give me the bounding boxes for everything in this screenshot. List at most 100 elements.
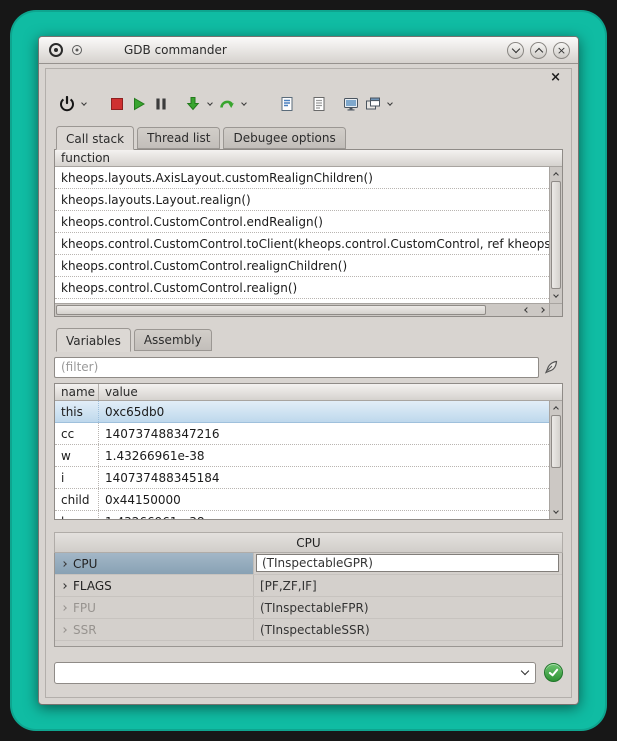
callstack-row[interactable]: kheops.control.CustomControl.endRealign(… <box>55 211 549 233</box>
tab-thread-list[interactable]: Thread list <box>137 127 220 149</box>
desktop-background: GDB commander × × <box>0 0 617 741</box>
scrollbar-corner <box>549 304 562 316</box>
mid-tab-bar: Variables Assembly <box>54 328 563 351</box>
gdb-command-combobox[interactable] <box>54 662 536 684</box>
scroll-up-button[interactable] <box>550 167 562 180</box>
chevron-right-icon <box>539 307 545 313</box>
memory-button[interactable] <box>276 92 298 116</box>
variable-name: cc <box>55 423 99 444</box>
scroll-track[interactable] <box>550 414 562 506</box>
variable-row[interactable]: this 0xc65db0 <box>55 401 549 423</box>
scroll-up-button[interactable] <box>550 401 562 414</box>
call-stack-column-header[interactable]: function <box>55 150 562 167</box>
views-dropdown[interactable] <box>384 92 396 116</box>
target-screen-button[interactable] <box>340 92 362 116</box>
callstack-row[interactable]: kheops.layouts.Layout.realign() <box>55 189 549 211</box>
cpu-value-editor[interactable]: (TInspectableGPR) <box>256 554 559 572</box>
variables-header-value[interactable]: value <box>99 384 562 400</box>
stop-button[interactable] <box>106 92 128 116</box>
dock-header: × <box>54 71 563 85</box>
app-icon <box>47 42 64 59</box>
variable-row[interactable]: b 1.43266961e-38 <box>55 511 549 519</box>
variable-name: this <box>55 401 99 422</box>
chevron-down-icon <box>241 100 247 106</box>
cpu-section-title: CPU <box>54 532 563 553</box>
step-over-icon <box>219 96 235 112</box>
variable-row[interactable]: child 0x44150000 <box>55 489 549 511</box>
variable-row[interactable]: w 1.43266961e-38 <box>55 445 549 467</box>
tab-variables[interactable]: Variables <box>56 328 131 352</box>
callstack-row[interactable]: kheops.control.CustomControl.toClient(kh… <box>55 233 549 255</box>
send-command-button[interactable] <box>544 663 563 682</box>
callstack-row[interactable]: kheops.control.CustomControl.realign() <box>55 277 549 299</box>
shade-button[interactable] <box>507 42 524 59</box>
top-tab-bar: Call stack Thread list Debugee options <box>54 126 563 149</box>
combobox-dropdown-button[interactable] <box>515 663 535 683</box>
window-menu-icon[interactable] <box>70 43 84 57</box>
expander-chevron-icon[interactable] <box>55 628 72 632</box>
register-group-value: [PF,ZF,IF] <box>253 575 562 596</box>
scroll-right-button[interactable] <box>534 304 549 316</box>
cpu-row-name-cell[interactable]: SSR <box>55 619 253 640</box>
cpu-row-name-cell[interactable]: FPU <box>55 597 253 618</box>
expander-chevron-icon[interactable] <box>55 584 72 588</box>
filter-input[interactable] <box>54 357 539 378</box>
expander-chevron-icon[interactable] <box>55 606 72 610</box>
windows-icon <box>365 96 381 112</box>
power-dropdown[interactable] <box>78 92 90 116</box>
callstack-row[interactable]: kheops.control.CustomControl.realignChil… <box>55 255 549 277</box>
column-label-function: function <box>55 150 110 166</box>
output-list-button[interactable] <box>308 92 330 116</box>
pause-button[interactable] <box>150 92 172 116</box>
expander-chevron-icon[interactable] <box>55 562 72 566</box>
cpu-inspector: CPU (TInspectableGPR) FLAGS [PF,ZF,IF] <box>54 553 563 647</box>
scroll-thumb[interactable] <box>56 305 486 315</box>
variables-vscrollbar[interactable] <box>549 401 562 519</box>
callstack-row[interactable]: kheops.layouts.AxisLayout.customRealignC… <box>55 167 549 189</box>
power-button[interactable] <box>56 92 78 116</box>
variable-row[interactable]: i 140737488345184 <box>55 467 549 489</box>
scroll-track[interactable] <box>550 180 562 290</box>
step-over-dropdown[interactable] <box>238 92 250 116</box>
variables-list: this 0xc65db0 cc 140737488347216 w 1.432… <box>55 401 549 519</box>
titlebar[interactable]: GDB commander × <box>39 37 578 64</box>
cpu-row[interactable]: CPU (TInspectableGPR) <box>55 553 562 575</box>
cpu-row-name-cell[interactable]: CPU <box>55 553 253 574</box>
maximize-button[interactable] <box>530 42 547 59</box>
call-stack-list: kheops.layouts.AxisLayout.customRealignC… <box>55 167 549 303</box>
step-into-button[interactable] <box>182 92 204 116</box>
views-button[interactable] <box>362 92 384 116</box>
callstack-hscrollbar[interactable] <box>55 304 549 316</box>
cpu-row[interactable]: SSR (TInspectableSSR) <box>55 619 562 641</box>
close-button[interactable]: × <box>553 42 570 59</box>
command-row <box>54 661 563 684</box>
stop-icon <box>109 96 125 112</box>
cpu-row-name-cell[interactable]: FLAGS <box>55 575 253 596</box>
scroll-thumb[interactable] <box>551 181 561 289</box>
pause-icon <box>153 96 169 112</box>
dock-close-icon[interactable]: × <box>550 73 563 83</box>
scroll-down-button[interactable] <box>550 290 562 303</box>
tab-debugee-options[interactable]: Debugee options <box>223 127 345 149</box>
run-icon <box>131 96 147 112</box>
chevron-up-icon <box>534 47 542 55</box>
cpu-row[interactable]: FPU (TInspectableFPR) <box>55 597 562 619</box>
command-input[interactable] <box>55 663 515 683</box>
callstack-vscrollbar[interactable] <box>549 167 562 303</box>
scroll-down-button[interactable] <box>550 506 562 519</box>
variables-header-name[interactable]: name <box>55 384 99 400</box>
register-group-value: (TInspectableFPR) <box>253 597 562 618</box>
monitor-icon <box>343 96 359 112</box>
tab-call-stack[interactable]: Call stack <box>56 126 134 150</box>
variable-row[interactable]: cc 140737488347216 <box>55 423 549 445</box>
run-button[interactable] <box>128 92 150 116</box>
cpu-row[interactable]: FLAGS [PF,ZF,IF] <box>55 575 562 597</box>
step-into-dropdown[interactable] <box>204 92 216 116</box>
scroll-left-button[interactable] <box>519 304 534 316</box>
step-over-button[interactable] <box>216 92 238 116</box>
tab-assembly[interactable]: Assembly <box>134 329 212 351</box>
variable-value: 1.43266961e-38 <box>99 515 549 520</box>
filter-options-button[interactable] <box>539 359 563 375</box>
debug-toolbar <box>54 87 563 121</box>
scroll-thumb[interactable] <box>551 415 561 468</box>
